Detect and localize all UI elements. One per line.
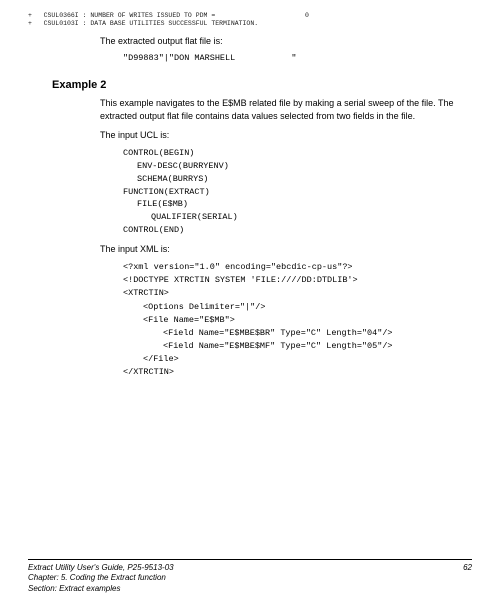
log-line-2: + CSUL0103I : DATA BASE UTILITIES SUCCES… [28, 20, 472, 28]
xml-line: <?xml version="1.0" encoding="ebcdic-cp-… [123, 261, 472, 274]
xml-line: <Field Name="E$MBE$MF" Type="C" Length="… [163, 340, 472, 353]
footer-page-number: 62 [463, 563, 472, 595]
ucl-line: FILE(E$MB) [137, 198, 472, 211]
footer-guide: Extract Utility User's Guide, P25-9513-0… [28, 563, 174, 574]
page-footer: Extract Utility User's Guide, P25-9513-0… [28, 559, 472, 595]
ucl-line: CONTROL(END) [123, 224, 472, 237]
xml-line: <!DOCTYPE XTRCTIN SYSTEM 'FILE:////DD:DT… [123, 274, 472, 287]
xml-line: </XTRCTIN> [123, 366, 472, 379]
xml-intro: The input XML is: [100, 243, 472, 256]
output-flat-file: "D99883"|"DON MARSHELL " [123, 53, 472, 63]
ucl-line: SCHEMA(BURRYS) [137, 173, 472, 186]
xml-line: <Options Delimiter="|"/> [143, 301, 472, 314]
xml-line: <Field Name="E$MBE$BR" Type="C" Length="… [163, 327, 472, 340]
footer-chapter: Chapter: 5. Coding the Extract function [28, 573, 174, 584]
output-intro: The extracted output flat file is: [100, 35, 472, 48]
xml-line: </File> [143, 353, 472, 366]
ucl-line: QUALIFIER(SERIAL) [151, 211, 472, 224]
footer-left: Extract Utility User's Guide, P25-9513-0… [28, 563, 174, 595]
ucl-line: FUNCTION(EXTRACT) [123, 186, 472, 199]
ucl-intro: The input UCL is: [100, 129, 472, 142]
log-line-1: + CSUL0366I : NUMBER OF WRITES ISSUED TO… [28, 12, 472, 20]
ucl-block: CONTROL(BEGIN) ENV-DESC(BURRYENV) SCHEMA… [123, 147, 472, 236]
xml-line: <XTRCTIN> [123, 287, 472, 300]
footer-section: Section: Extract examples [28, 584, 174, 595]
xml-line: <File Name="E$MB"> [143, 314, 472, 327]
ucl-line: CONTROL(BEGIN) [123, 147, 472, 160]
example-desc: This example navigates to the E$MB relat… [100, 97, 472, 122]
example-heading: Example 2 [52, 79, 472, 91]
xml-block: <?xml version="1.0" encoding="ebcdic-cp-… [123, 261, 472, 380]
ucl-line: ENV-DESC(BURRYENV) [137, 160, 472, 173]
